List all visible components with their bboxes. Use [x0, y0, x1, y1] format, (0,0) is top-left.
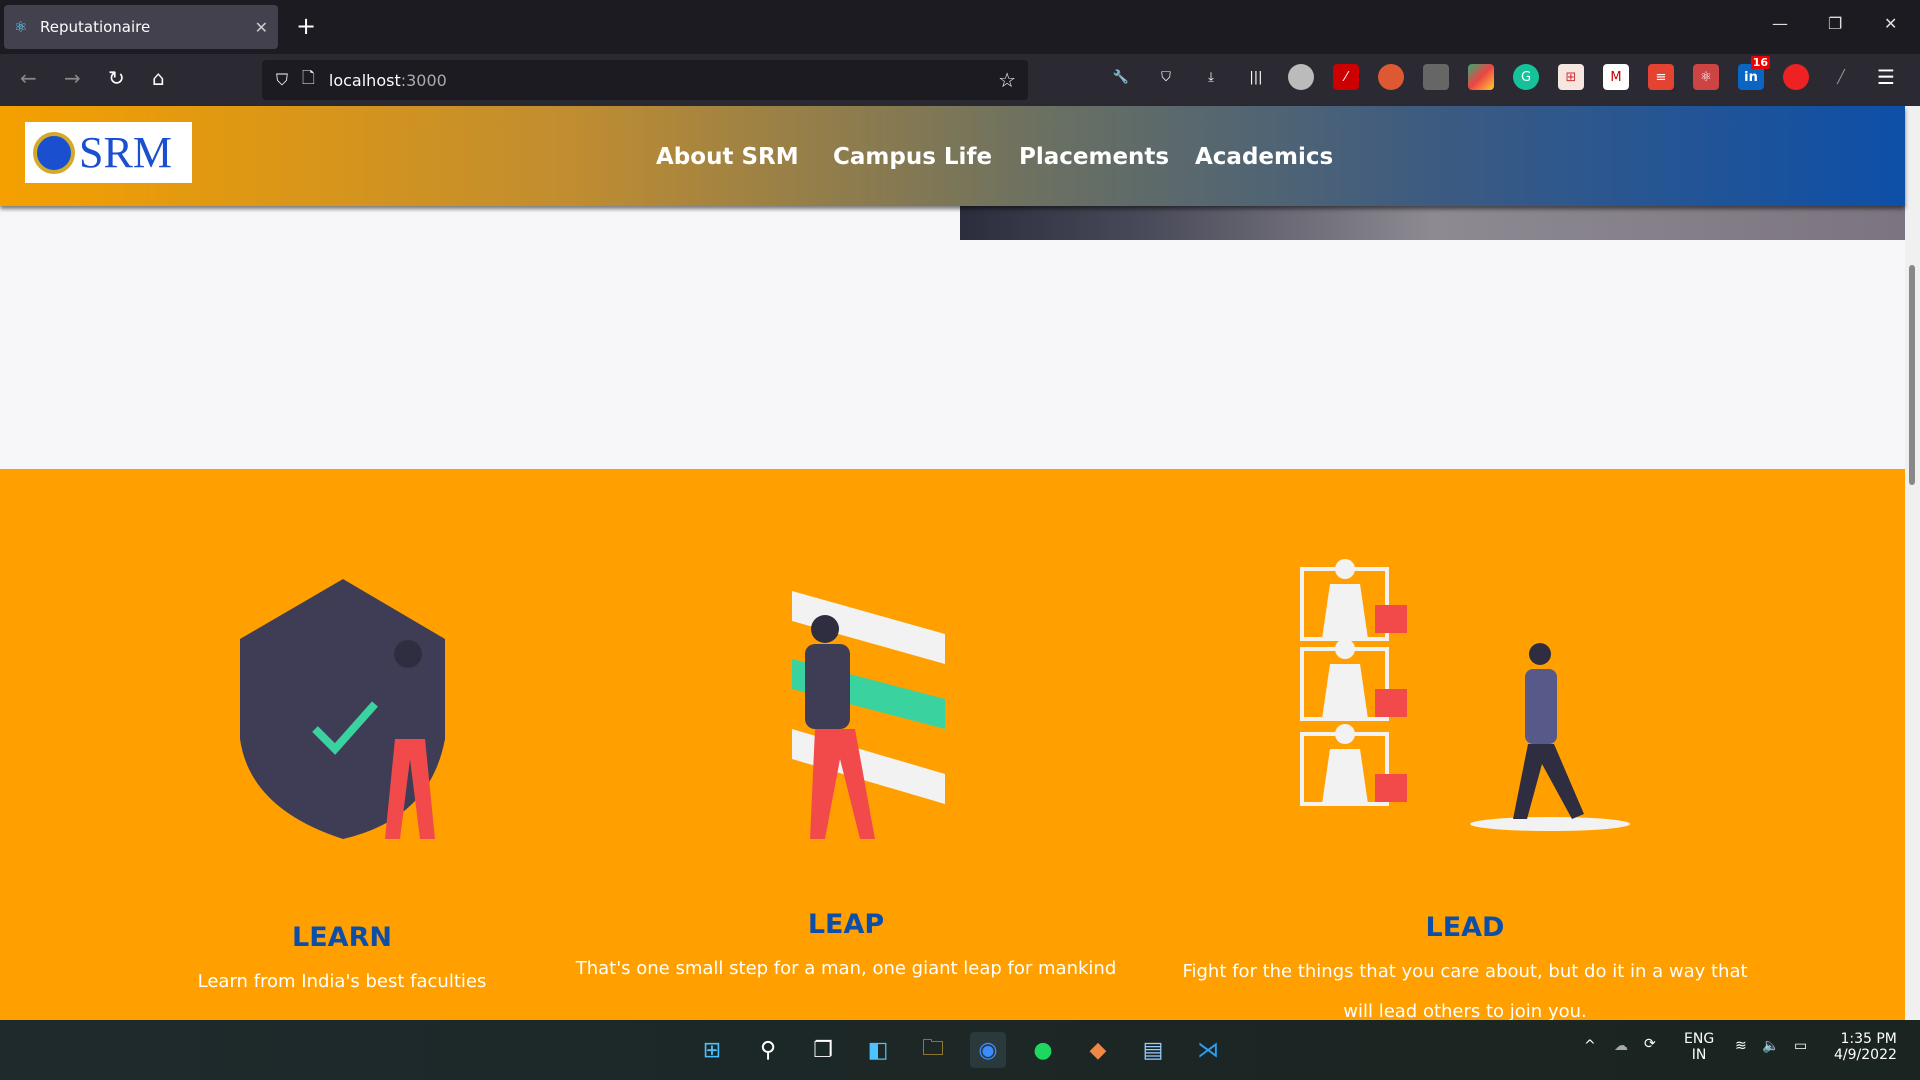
tray-chevron-icon[interactable]: ^	[1584, 1038, 1596, 1054]
time: 1:35 PM	[1840, 1031, 1897, 1047]
extensions-bar: 🔧 ⛉ ⤓ ||| ⁄ G ⊞ M ≡ ⚛ in 16 ╱ ☰	[1108, 56, 1899, 90]
grammarly-icon[interactable]: G	[1513, 64, 1539, 90]
learn-title: LEARN	[292, 922, 392, 953]
paint-icon[interactable]: ▤	[1135, 1032, 1171, 1068]
battery-icon[interactable]: ▭	[1794, 1038, 1807, 1054]
avatar-icon[interactable]	[1288, 64, 1314, 90]
wifi-icon[interactable]: ≋	[1735, 1038, 1747, 1054]
git-icon[interactable]: ◆	[1080, 1032, 1116, 1068]
task-view-icon[interactable]: ❐	[805, 1032, 841, 1068]
pocket-icon[interactable]: ⛉	[1153, 64, 1179, 90]
linkedin-icon[interactable]: in 16	[1738, 56, 1770, 90]
leap-text: That's one small step for a man, one gia…	[575, 958, 1117, 979]
home-icon[interactable]: ⌂	[152, 66, 165, 90]
language-indicator[interactable]: ENG IN	[1684, 1031, 1714, 1063]
url-host: localhost	[328, 70, 401, 90]
srm-logo[interactable]: SRM	[25, 122, 192, 183]
close-window-button[interactable]: ✕	[1884, 14, 1897, 33]
ruler-icon[interactable]: ╱	[1828, 64, 1854, 90]
todoist-icon[interactable]: ≡	[1648, 64, 1674, 90]
file-explorer-icon[interactable]: 🗀	[915, 1032, 951, 1068]
page-icon: 🗋	[302, 67, 315, 87]
seal-icon	[33, 131, 75, 174]
windows-start-icon[interactable]: ⊞	[694, 1032, 730, 1068]
new-tab-button[interactable]: +	[296, 12, 316, 40]
tomato-icon[interactable]	[1783, 64, 1809, 90]
notification-badge: 16	[1750, 56, 1770, 69]
logo-text: SRM	[79, 127, 172, 177]
widgets-icon[interactable]: ◧	[860, 1032, 896, 1068]
clock[interactable]: 1:35 PM 4/9/2022	[1834, 1031, 1897, 1063]
tab-title: Reputationaire	[40, 18, 151, 36]
learn-illustration	[240, 579, 445, 839]
leap-illustration	[792, 591, 945, 839]
volume-icon[interactable]: 🔈	[1762, 1038, 1779, 1054]
download-icon[interactable]: ⤓	[1198, 64, 1224, 90]
onedrive-icon[interactable]: ☁	[1614, 1038, 1628, 1054]
browser-tab[interactable]: ⚛ Reputationaire ✕	[4, 5, 278, 49]
duckduckgo-icon[interactable]	[1378, 64, 1404, 90]
lang: ENG	[1684, 1031, 1715, 1047]
shield-icon[interactable]: ⛉	[276, 70, 288, 90]
mcafee-icon[interactable]: M	[1603, 64, 1629, 90]
taskbar	[0, 1020, 1920, 1080]
react-icon: ⚛	[14, 18, 28, 36]
features-section: LEARN Learn from India's best faculties …	[0, 469, 1905, 1022]
minimize-button[interactable]: —	[1772, 14, 1788, 33]
hero-image	[960, 206, 1905, 240]
restore-button[interactable]: ❐	[1828, 14, 1842, 33]
lead-title: LEAD	[1425, 912, 1505, 943]
scrollbar[interactable]	[1905, 106, 1920, 1020]
wrench-icon[interactable]: 🔧	[1108, 64, 1134, 90]
back-icon[interactable]: ←	[20, 66, 37, 90]
nav-academics[interactable]: Academics	[1195, 144, 1333, 170]
vscode-icon[interactable]: ⋊	[1190, 1032, 1226, 1068]
firefox-icon[interactable]: ◉	[970, 1032, 1006, 1068]
menu-icon[interactable]: ☰	[1873, 64, 1899, 90]
react-devtools-icon[interactable]: ⚛	[1693, 64, 1719, 90]
nav-about-srm[interactable]: About SRM	[656, 144, 799, 170]
sync-icon[interactable]: ⟳	[1644, 1036, 1656, 1052]
date: 4/9/2022	[1834, 1047, 1897, 1063]
sitemap-icon[interactable]: ⊞	[1558, 64, 1584, 90]
tab-bar	[0, 0, 1920, 54]
lead-illustration	[1300, 559, 1630, 831]
url-port: :3000	[400, 70, 447, 90]
scrollbar-thumb[interactable]	[1909, 265, 1915, 485]
library-icon[interactable]: |||	[1243, 64, 1269, 90]
url-bar[interactable]: ⛉ 🗋 localhost:3000 ☆	[262, 60, 1028, 100]
search-icon[interactable]: ⚲	[750, 1032, 786, 1068]
clipboard-icon[interactable]	[1423, 64, 1449, 90]
color-picker-icon[interactable]	[1468, 64, 1494, 90]
nav-campus-life[interactable]: Campus Life	[833, 144, 992, 170]
bookmark-star-icon[interactable]: ☆	[998, 68, 1016, 92]
spotify-icon[interactable]: ●	[1025, 1032, 1061, 1068]
site-header: SRM About SRM Campus Life Placements Aca…	[0, 106, 1905, 206]
forward-icon[interactable]: →	[64, 66, 81, 90]
nav-placements[interactable]: Placements	[1019, 144, 1169, 170]
region: IN	[1691, 1047, 1707, 1063]
leap-title: LEAP	[807, 909, 885, 940]
reload-icon[interactable]: ↻	[108, 66, 125, 90]
learn-text: Learn from India's best faculties	[197, 971, 487, 992]
magic-wand-icon[interactable]: ⁄	[1333, 64, 1359, 90]
close-tab-icon[interactable]: ✕	[255, 18, 268, 37]
